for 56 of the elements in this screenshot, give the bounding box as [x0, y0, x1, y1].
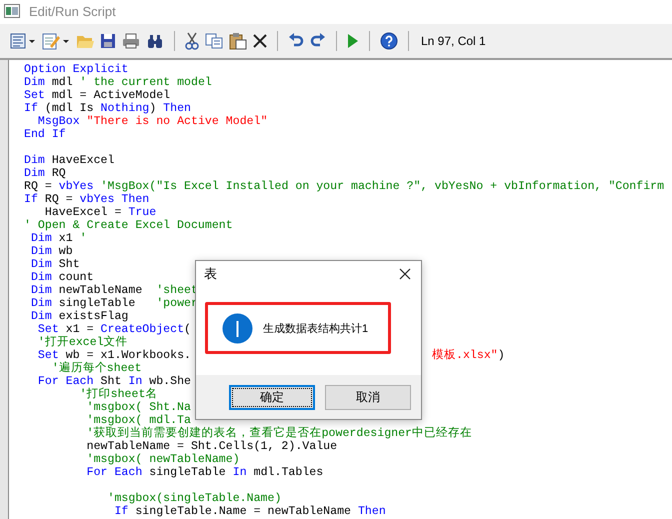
code-line: Dim mdl ' the current model: [24, 76, 212, 89]
code-line: If RQ = vbYes Then: [24, 193, 150, 206]
dialog-button[interactable]: 确定: [229, 384, 315, 410]
code-line: 'msgbox( mdl.Ta: [86, 414, 191, 427]
code-line: '打印sheet名: [78, 388, 158, 401]
redo-icon[interactable]: [310, 33, 326, 49]
paste-icon[interactable]: [229, 32, 247, 50]
code-line: Dim newTableName 'sheet: [30, 284, 198, 297]
list-icon[interactable]: [10, 33, 36, 49]
code-line: '打开excel文件: [36, 336, 128, 349]
code-line: Set wb = x1.Workbooks.: [36, 349, 192, 362]
code-line: 'msgbox( newTableName): [86, 453, 240, 466]
code-line: Dim wb: [30, 245, 73, 258]
code-line: 'msgbox( Sht.Na: [86, 401, 191, 414]
code-line: ' Open & Create Excel Document: [24, 219, 233, 232]
code-line: End If: [24, 128, 66, 141]
code-line: MsgBox "There is no Active Model": [36, 115, 268, 128]
dialog-message: 生成数据表结构共计1: [263, 322, 368, 336]
cut-icon[interactable]: [185, 32, 199, 50]
code-line: Dim Sht: [30, 258, 80, 271]
code-line: For Each Sht In wb.She: [36, 375, 191, 388]
undo-icon[interactable]: [288, 33, 304, 49]
code-line: Dim x1 ': [30, 232, 87, 245]
print-icon[interactable]: [122, 33, 140, 49]
code-line: For Each singleTable In mdl.Tables: [86, 466, 324, 479]
code-line: Set mdl = ActiveModel: [24, 89, 170, 102]
dialog-button[interactable]: 取消: [325, 384, 411, 410]
code-line: Dim count: [30, 271, 94, 284]
code-line: Option Explicit: [24, 63, 128, 76]
edit-icon[interactable]: [42, 32, 70, 50]
binoculars-icon[interactable]: [146, 33, 164, 49]
run-icon[interactable]: [347, 33, 359, 49]
code-line: '获取到当前需要创建的表名，查看它是否在powerdesigner中已经存在: [86, 427, 472, 440]
window-title: Edit/Run Script: [29, 4, 116, 18]
code-line: Dim singleTable 'power: [30, 297, 198, 310]
code-line: RQ = vbYes 'MsgBox("Is Excel Installed on your machine ?", vbYesNo + vbInformation, "Confirm: [24, 180, 664, 193]
copy-icon[interactable]: [205, 33, 223, 49]
dialog-title: 表: [204, 265, 217, 283]
code-line: '遍历每个sheet: [50, 362, 142, 375]
code-line: Dim HaveExcel: [24, 154, 114, 167]
code-line: Set x1 = CreateObject(: [36, 323, 192, 336]
delete-icon[interactable]: [253, 34, 267, 48]
cursor-position: Ln 97, Col 1: [421, 34, 486, 48]
code-line: Dim existsFlag: [30, 310, 128, 323]
close-icon[interactable]: [399, 268, 411, 280]
save-icon[interactable]: [100, 33, 116, 49]
code-line: newTableName = Sht.Cells(1, 2).Value: [86, 440, 338, 453]
help-icon[interactable]: [380, 32, 398, 50]
code-line: 模板.xlsx"): [432, 349, 505, 362]
code-line: Dim RQ: [24, 167, 66, 180]
code-line: If (mdl Is Nothing) Then: [24, 102, 192, 115]
code-line: If singleTable.Name = newTableName Then: [113, 505, 386, 518]
info-icon: [222, 312, 253, 344]
code-line: 'msgbox(singleTable.Name): [106, 492, 282, 505]
app-icon: [4, 4, 20, 18]
code-line: HaveExcel = True: [44, 206, 156, 219]
